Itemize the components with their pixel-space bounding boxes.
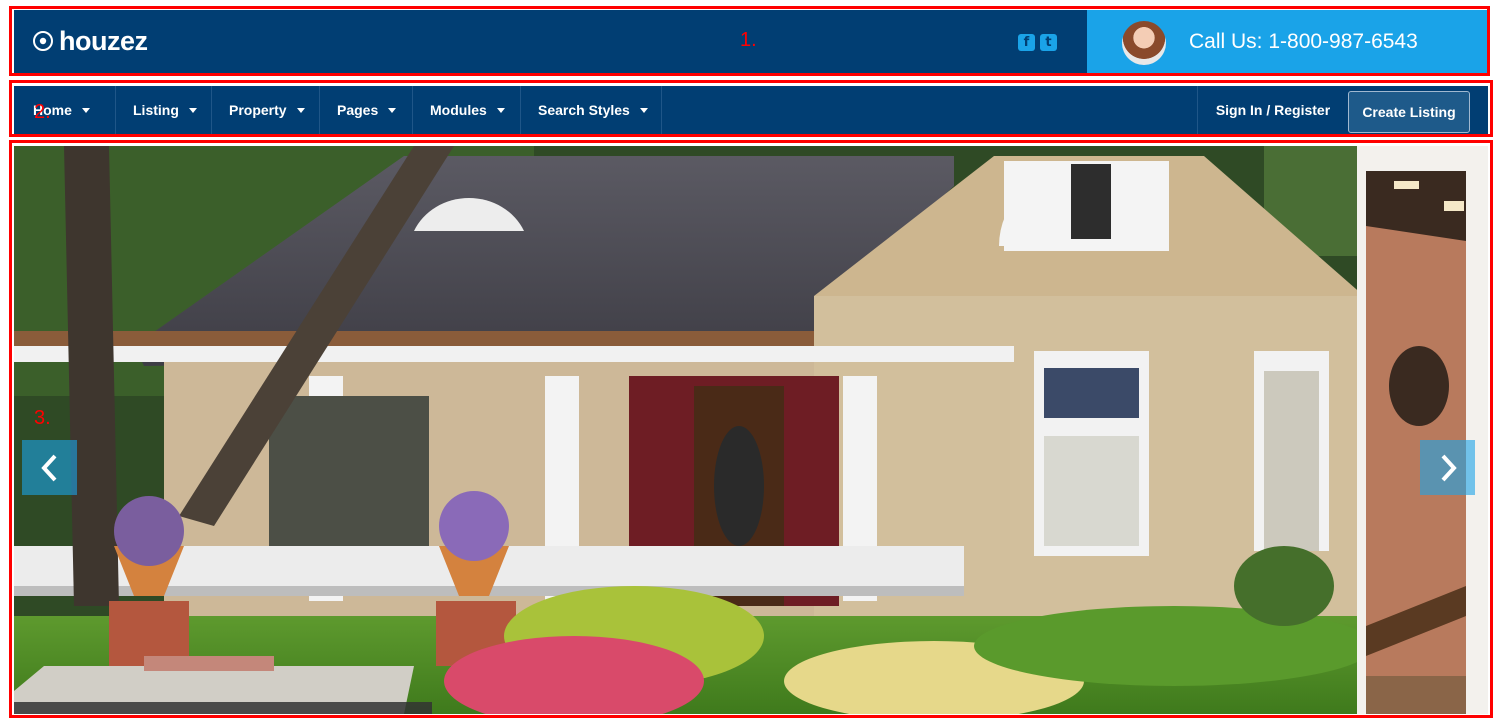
avatar [1122,21,1166,65]
status-url-bar [14,702,432,714]
nav-item-label: Search Styles [538,102,630,118]
caret-down-icon [639,107,648,113]
slider-next-button[interactable] [1420,440,1475,495]
caret-down-icon [81,107,90,113]
location-pin-icon [33,31,53,51]
nav-item-search-styles[interactable]: Search Styles [521,86,662,134]
nav-item-label: Pages [337,102,379,118]
nav-item-label: Listing [133,102,179,118]
nav-item-label: Property [229,102,287,118]
houzez-logo[interactable]: houzez [32,23,148,59]
chevron-right-icon [1441,454,1457,481]
nav-item-home[interactable]: Home [16,86,116,134]
create-listing-button[interactable]: Create Listing [1348,91,1470,133]
facebook-icon[interactable]: f [1018,34,1035,51]
call-us-text: Call Us: 1-800-987-6543 [1189,30,1418,53]
annotation-label-2: 2. [34,101,51,123]
sign-in-register-link[interactable]: Sign In / Register [1197,86,1348,134]
caret-down-icon [296,107,305,113]
caret-down-icon [496,107,505,113]
social-links: f t [1018,34,1057,51]
caret-down-icon [388,107,397,113]
house-image [14,146,1488,714]
nav-item-pages[interactable]: Pages [320,86,413,134]
nav-item-listing[interactable]: Listing [116,86,212,134]
annotation-label-3: 3. [34,407,51,429]
logo-text: houzez [59,25,148,56]
nav-item-property[interactable]: Property [212,86,320,134]
caret-down-icon [188,107,197,113]
main-nav: Home Listing Property Pages Modules Sear… [14,86,1488,134]
call-us-box: Call Us: 1-800-987-6543 [1087,10,1488,73]
slider-prev-button[interactable] [22,440,77,495]
hero-slider [14,146,1488,714]
annotation-label-1: 1. [740,29,757,51]
chevron-left-icon [40,454,56,481]
nav-item-modules[interactable]: Modules [413,86,521,134]
nav-item-label: Modules [430,102,487,118]
twitter-icon[interactable]: t [1040,34,1057,51]
